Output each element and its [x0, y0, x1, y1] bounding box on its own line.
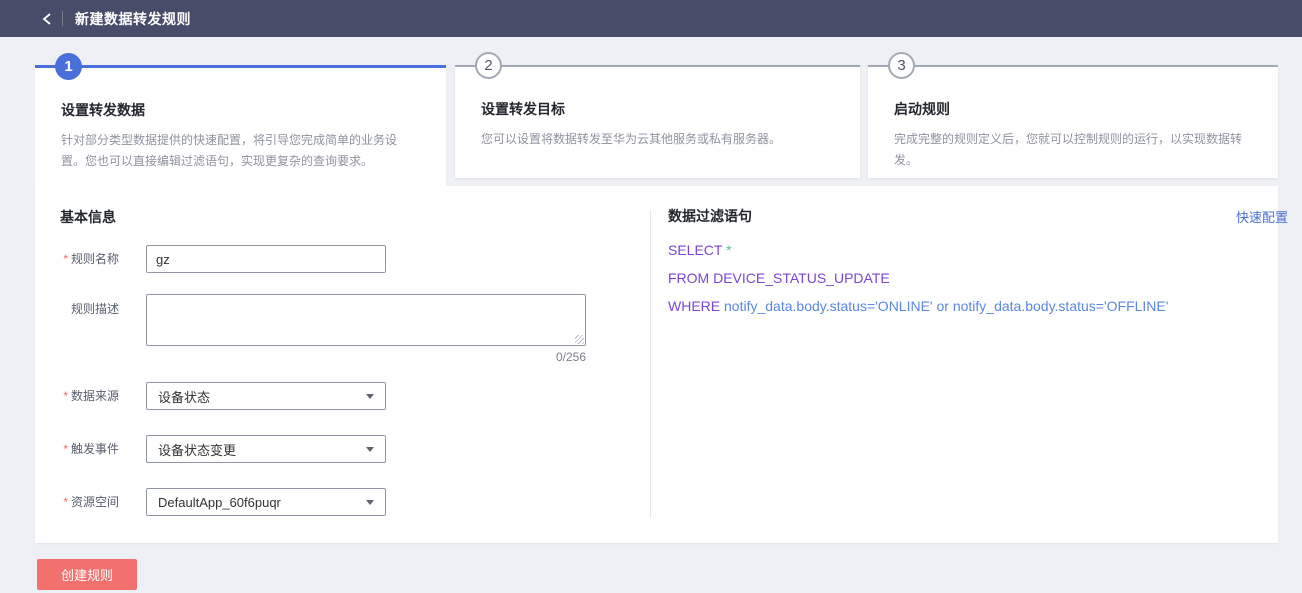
rule-name-input[interactable] — [146, 245, 386, 273]
chevron-down-icon — [366, 500, 374, 505]
trigger-event-selected-value: 设备状态变更 — [158, 440, 236, 459]
resource-space-row: *资源空间 DefaultApp_60f6puqr — [35, 488, 386, 516]
sql-from-target: DEVICE_STATUS_UPDATE — [713, 270, 890, 286]
data-source-select[interactable]: 设备状态 — [146, 382, 386, 410]
resize-handle-icon[interactable] — [575, 335, 584, 344]
main-panel: 基本信息 *规则名称 规则描述 0/256 *数据来源 设备状态 — [35, 186, 1278, 543]
char-counter: 0/256 — [146, 350, 586, 364]
step-2-number-badge: 2 — [475, 52, 502, 79]
resource-space-label-text: 资源空间 — [71, 495, 119, 509]
vertical-divider — [650, 210, 651, 518]
resource-space-selected-value: DefaultApp_60f6puqr — [158, 495, 281, 510]
wizard-step-3[interactable]: 3 启动规则 完成完整的规则定义后，您就可以控制规则的运行，以实现数据转发。 — [868, 65, 1278, 178]
step-3-title: 启动规则 — [894, 99, 1252, 119]
page: 新建数据转发规则 1 设置转发数据 针对部分类型数据提供的快速配置，将引导您完成… — [0, 0, 1302, 593]
rule-name-label: *规则名称 — [35, 245, 119, 273]
step-2-title: 设置转发目标 — [481, 99, 834, 119]
trigger-event-select[interactable]: 设备状态变更 — [146, 435, 386, 463]
top-header: 新建数据转发规则 — [0, 0, 1302, 37]
sql-header: 数据过滤语句 快速配置 — [668, 206, 1288, 226]
required-asterisk: * — [63, 389, 68, 403]
create-rule-button[interactable]: 创建规则 — [37, 559, 137, 590]
page-title: 新建数据转发规则 — [75, 9, 191, 29]
resource-space-select[interactable]: DefaultApp_60f6puqr — [146, 488, 386, 516]
required-asterisk: * — [63, 495, 68, 509]
sql-select-target: * — [726, 242, 731, 258]
trigger-event-label: *触发事件 — [35, 435, 119, 463]
sql-filter-heading: 数据过滤语句 — [668, 206, 752, 226]
sql-from-line: FROM DEVICE_STATUS_UPDATE — [668, 270, 890, 286]
data-source-row: *数据来源 设备状态 — [35, 382, 386, 410]
trigger-event-row: *触发事件 设备状态变更 — [35, 435, 386, 463]
rule-desc-row: 规则描述 0/256 — [35, 294, 586, 351]
sql-from-keyword: FROM — [668, 270, 709, 286]
data-source-selected-value: 设备状态 — [158, 387, 210, 406]
chevron-down-icon — [366, 394, 374, 399]
rule-desc-label: 规则描述 — [35, 294, 119, 351]
back-button[interactable] — [36, 8, 58, 30]
step-2-description: 您可以设置将数据转发至华为云其他服务或私有服务器。 — [481, 129, 834, 150]
rule-name-row: *规则名称 — [35, 245, 386, 273]
step-1-description: 针对部分类型数据提供的快速配置，将引导您完成简单的业务设置。您也可以直接编辑过滤… — [61, 130, 420, 172]
rule-name-label-text: 规则名称 — [71, 252, 119, 266]
rule-desc-textarea[interactable] — [146, 294, 586, 346]
basic-info-heading: 基本信息 — [60, 207, 116, 227]
quick-config-link[interactable]: 快速配置 — [1236, 207, 1288, 226]
wizard-step-2[interactable]: 2 设置转发目标 您可以设置将数据转发至华为云其他服务或私有服务器。 — [455, 65, 860, 178]
chevron-left-icon — [41, 12, 53, 26]
chevron-down-icon — [366, 447, 374, 452]
required-asterisk: * — [63, 442, 68, 456]
required-asterisk: * — [63, 252, 68, 266]
step-3-description: 完成完整的规则定义后，您就可以控制规则的运行，以实现数据转发。 — [894, 129, 1252, 171]
header-divider — [62, 11, 63, 26]
data-source-label: *数据来源 — [35, 382, 119, 410]
step-1-number-badge: 1 — [55, 53, 82, 80]
step-3-number-badge: 3 — [888, 52, 915, 79]
trigger-event-label-text: 触发事件 — [71, 442, 119, 456]
resource-space-label: *资源空间 — [35, 488, 119, 516]
data-source-label-text: 数据来源 — [71, 389, 119, 403]
step-1-title: 设置转发数据 — [61, 100, 420, 120]
sql-where-condition: notify_data.body.status='ONLINE' or noti… — [724, 298, 1168, 314]
wizard-step-1[interactable]: 1 设置转发数据 针对部分类型数据提供的快速配置，将引导您完成简单的业务设置。您… — [35, 65, 446, 196]
sql-select-keyword: SELECT — [668, 242, 722, 258]
sql-where-keyword: WHERE — [668, 298, 720, 314]
sql-select-line: SELECT * — [668, 242, 732, 258]
sql-where-line: WHERE notify_data.body.status='ONLINE' o… — [668, 298, 1168, 314]
